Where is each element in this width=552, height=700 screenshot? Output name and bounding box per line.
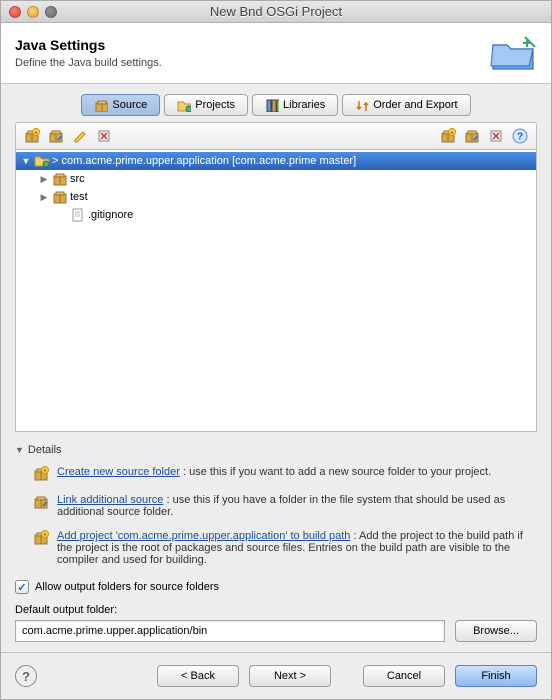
next-button[interactable]: Next > <box>249 665 331 687</box>
details-disclosure[interactable]: ▼ Details <box>15 444 537 456</box>
tab-libraries[interactable]: Libraries <box>252 94 338 116</box>
toolbar-help-button[interactable] <box>510 127 530 145</box>
default-output-input[interactable] <box>15 620 445 642</box>
page-title: Java Settings <box>15 37 489 53</box>
finish-button[interactable]: Finish <box>455 665 537 687</box>
package-folder-icon <box>52 171 68 187</box>
project-icon <box>177 98 191 112</box>
default-output-label: Default output folder: <box>15 604 537 616</box>
new-source-folder-button[interactable] <box>22 127 42 145</box>
disclosure-triangle-icon[interactable]: ▶ <box>38 174 50 185</box>
minimize-window-button[interactable] <box>27 6 39 18</box>
wizard-footer: ? < Back Next > Cancel Finish <box>1 652 551 699</box>
file-icon <box>70 207 86 223</box>
clear-button[interactable] <box>486 127 506 145</box>
tree-folder-test[interactable]: ▶ test <box>16 188 536 206</box>
tab-projects[interactable]: Projects <box>164 94 248 116</box>
disclosure-triangle-icon[interactable]: ▼ <box>20 156 32 166</box>
cancel-button[interactable]: Cancel <box>363 665 445 687</box>
title-bar: New Bnd OSGi Project <box>1 1 551 23</box>
disclosure-triangle-icon: ▼ <box>15 445 24 455</box>
remove-button[interactable] <box>94 127 114 145</box>
allow-output-folders-label: Allow output folders for source folders <box>35 581 219 593</box>
wizard-banner-icon <box>489 33 537 73</box>
allow-output-folders-checkbox[interactable]: ✓ <box>15 580 29 594</box>
source-toolbar <box>15 122 537 149</box>
tree-folder-src[interactable]: ▶ src <box>16 170 536 188</box>
disclosure-triangle-icon[interactable]: ▶ <box>38 192 50 203</box>
tree-root-project[interactable]: ▼ > com.acme.prime.upper.application [co… <box>16 152 536 170</box>
help-button[interactable]: ? <box>15 665 37 687</box>
detail-link-source: Link additional source : use this if you… <box>15 490 537 526</box>
add-source-button[interactable] <box>438 127 458 145</box>
package-icon <box>94 98 108 112</box>
add-to-buildpath-link[interactable]: Add project 'com.acme.prime.upper.applic… <box>57 530 350 542</box>
build-path-tabs: Source Projects Libraries Order and Expo… <box>15 94 537 116</box>
library-icon <box>265 98 279 112</box>
tree-file-gitignore[interactable]: .gitignore <box>16 206 536 224</box>
project-icon <box>34 153 50 169</box>
page-subtitle: Define the Java build settings. <box>15 57 489 69</box>
zoom-window-button <box>45 6 57 18</box>
browse-button[interactable]: Browse... <box>455 620 537 642</box>
add-link-button[interactable] <box>462 127 482 145</box>
tab-source[interactable]: Source <box>81 94 160 116</box>
link-additional-source-link[interactable]: Link additional source <box>57 494 163 506</box>
detail-add-to-buildpath: Add project 'com.acme.prime.upper.applic… <box>15 526 537 574</box>
link-source-button[interactable] <box>46 127 66 145</box>
close-window-button[interactable] <box>9 6 21 18</box>
order-icon <box>355 98 369 112</box>
detail-create-source: Create new source folder : use this if y… <box>15 462 537 490</box>
tab-order-export[interactable]: Order and Export <box>342 94 470 116</box>
edit-button[interactable] <box>70 127 90 145</box>
package-folder-icon <box>52 189 68 205</box>
add-project-icon <box>33 530 49 546</box>
new-source-folder-icon <box>33 466 49 482</box>
wizard-header: Java Settings Define the Java build sett… <box>1 23 551 84</box>
create-source-folder-link[interactable]: Create new source folder <box>57 466 180 478</box>
source-tree[interactable]: ▼ > com.acme.prime.upper.application [co… <box>15 149 537 432</box>
window-title: New Bnd OSGi Project <box>1 4 551 19</box>
back-button[interactable]: < Back <box>157 665 239 687</box>
link-source-icon <box>33 494 49 510</box>
